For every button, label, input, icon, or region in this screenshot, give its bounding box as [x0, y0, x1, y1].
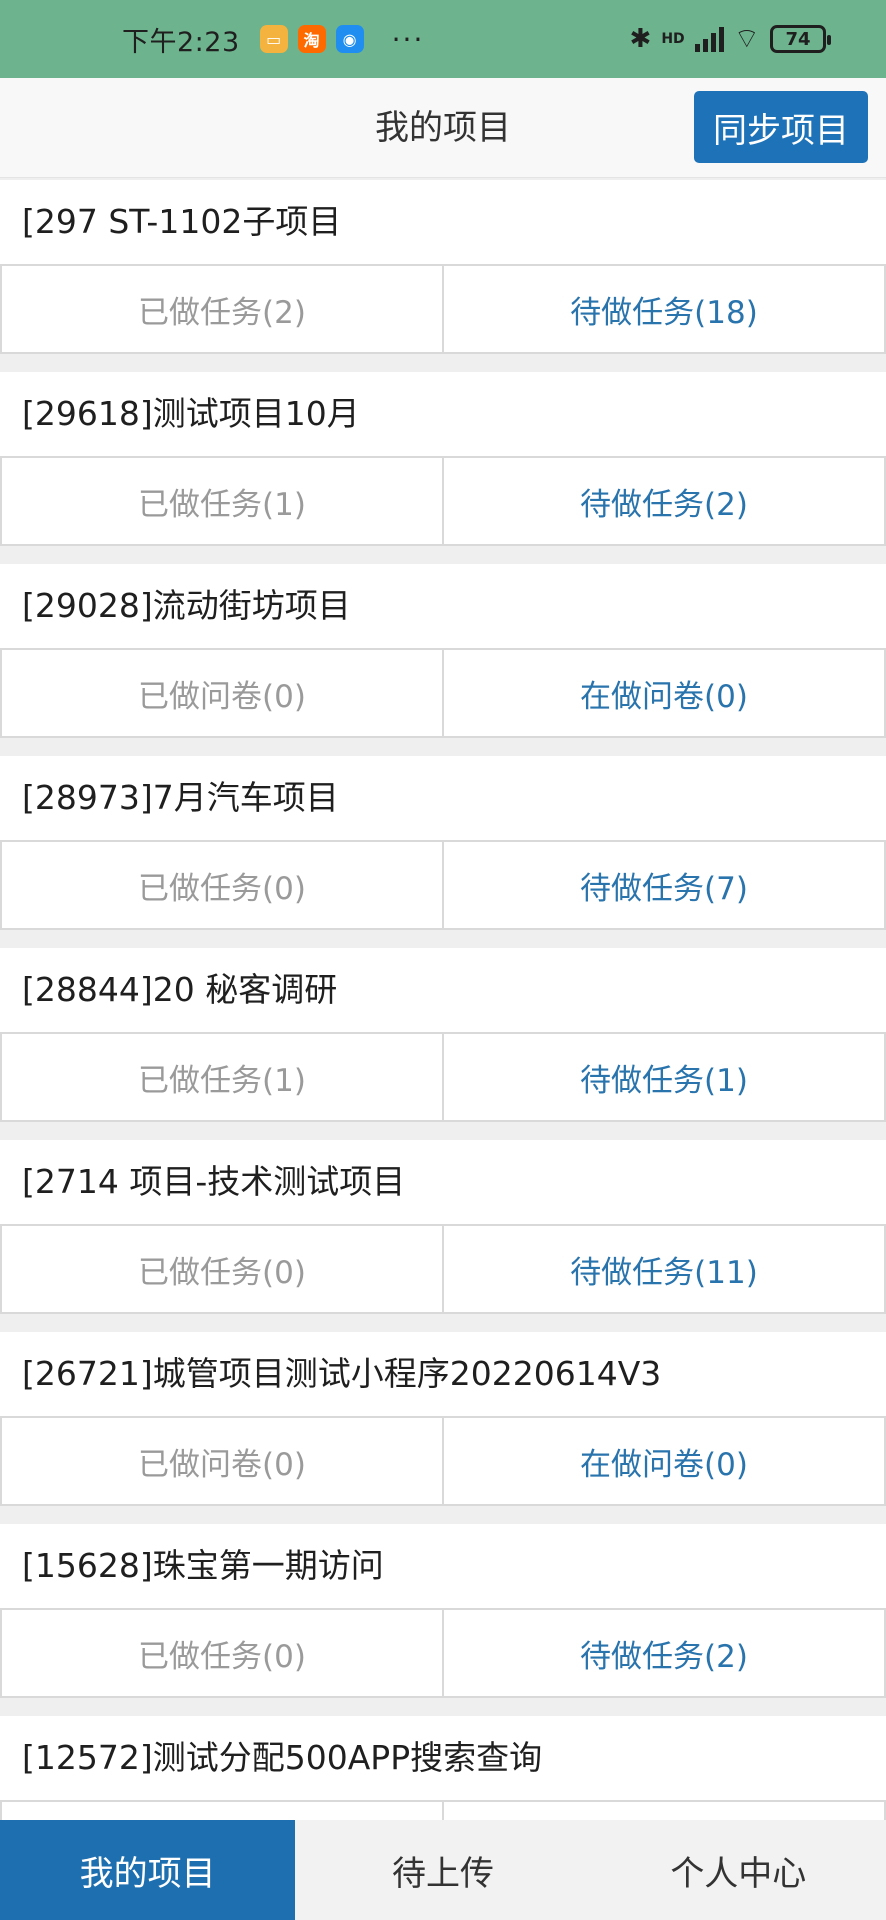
done-surveys-button[interactable]: 已做问卷(0)	[2, 650, 444, 736]
project-card: [26721]城管项目测试小程序20220614V3 已做问卷(0) 在做问卷(…	[0, 1332, 886, 1506]
nav-pending-upload[interactable]: 待上传	[295, 1820, 590, 1920]
signal-icon	[694, 26, 724, 52]
project-title-text: [28973]7月汽车项目	[22, 778, 339, 817]
done-tasks-button[interactable]: 已做任务(2)	[2, 266, 444, 352]
project-title-text: [29028]流动街坊项目	[22, 586, 351, 625]
status-left: 下午2:23 ▭ 淘 ◉ ···	[122, 20, 424, 59]
todo-tasks-button[interactable]: 待做任务(7)	[444, 842, 886, 928]
in-progress-surveys-button[interactable]: 在做问卷(0)	[444, 1418, 886, 1504]
done-tasks-button[interactable]: 已做任务(0)	[2, 1226, 444, 1312]
project-title-text: [2714 项目-技术测试项目	[22, 1162, 406, 1201]
done-tasks-button[interactable]: 已做任务(1)	[2, 458, 444, 544]
project-card: [29028]流动街坊项目 已做问卷(0) 在做问卷(0)	[0, 564, 886, 738]
project-card: [28844]20 秘客调研 已做任务(1) 待做任务(1)	[0, 948, 886, 1122]
todo-tasks-button[interactable]: 待做任务(2)	[444, 458, 886, 544]
project-list: [297 ST-1102子项目 已做任务(2) 待做任务(18) [29618]…	[0, 180, 886, 1908]
project-actions: 已做问卷(0) 在做问卷(0)	[0, 1416, 886, 1506]
bluetooth-icon: ✱	[629, 24, 652, 54]
project-title[interactable]: [12572]测试分配500APP搜索查询	[0, 1716, 886, 1800]
network-type: HD	[661, 31, 685, 47]
project-title[interactable]: [2714 项目-技术测试项目	[0, 1140, 886, 1224]
status-time: 下午2:23	[122, 26, 240, 58]
done-tasks-button[interactable]: 已做任务(0)	[2, 1610, 444, 1696]
todo-tasks-button[interactable]: 待做任务(11)	[444, 1226, 886, 1312]
project-title[interactable]: [28973]7月汽车项目	[0, 756, 886, 840]
battery-icon: 74	[770, 25, 831, 53]
project-actions: 已做任务(1) 待做任务(2)	[0, 456, 886, 546]
project-actions: 已做任务(2) 待做任务(18)	[0, 264, 886, 354]
project-title-text: [29618]测试项目10月	[22, 394, 360, 433]
status-right: ✱ HD ⌔ 74	[629, 21, 831, 57]
project-title-text: [12572]测试分配500APP搜索查询	[22, 1738, 543, 1777]
project-title[interactable]: [29618]测试项目10月	[0, 372, 886, 456]
more-notifications-icon: ···	[391, 22, 425, 56]
project-title[interactable]: [297 ST-1102子项目	[0, 180, 886, 264]
project-actions: 已做问卷(0) 在做问卷(0)	[0, 648, 886, 738]
sync-projects-button[interactable]: 同步项目	[694, 91, 868, 163]
project-card: [28973]7月汽车项目 已做任务(0) 待做任务(7)	[0, 756, 886, 930]
todo-tasks-button[interactable]: 待做任务(2)	[444, 1610, 886, 1696]
project-card: [15628]珠宝第一期访问 已做任务(0) 待做任务(2)	[0, 1524, 886, 1698]
project-title[interactable]: [29028]流动街坊项目	[0, 564, 886, 648]
project-actions: 已做任务(0) 待做任务(11)	[0, 1224, 886, 1314]
nav-my-projects[interactable]: 我的项目	[0, 1820, 296, 1920]
taobao-icon: 淘	[297, 25, 326, 53]
done-surveys-button[interactable]: 已做问卷(0)	[2, 1418, 444, 1504]
nav-profile[interactable]: 个人中心	[591, 1820, 886, 1920]
browser-icon: ◉	[335, 25, 364, 53]
project-actions: 已做任务(0) 待做任务(7)	[0, 840, 886, 930]
project-title-text: [15628]珠宝第一期访问	[22, 1546, 384, 1585]
project-title-text: [297 ST-1102子项目	[22, 202, 342, 241]
wifi-icon: ⌔	[733, 21, 760, 55]
project-card: [2714 项目-技术测试项目 已做任务(0) 待做任务(11)	[0, 1140, 886, 1314]
todo-tasks-button[interactable]: 待做任务(1)	[444, 1034, 886, 1120]
project-actions: 已做任务(1) 待做任务(1)	[0, 1032, 886, 1122]
app-header: 我的项目 同步项目	[0, 78, 886, 178]
notification-app-icon: ▭	[259, 25, 288, 53]
project-title-text: [28844]20 秘客调研	[22, 970, 338, 1009]
project-title[interactable]: [28844]20 秘客调研	[0, 948, 886, 1032]
project-title[interactable]: [26721]城管项目测试小程序20220614V3	[0, 1332, 886, 1416]
status-bar: 下午2:23 ▭ 淘 ◉ ··· ✱ HD ⌔ 74	[0, 0, 886, 78]
bottom-nav: 我的项目 待上传 个人中心	[0, 1820, 886, 1920]
project-actions: 已做任务(0) 待做任务(2)	[0, 1608, 886, 1698]
project-title-text: [26721]城管项目测试小程序20220614V3	[22, 1354, 662, 1393]
project-title[interactable]: [15628]珠宝第一期访问	[0, 1524, 886, 1608]
done-tasks-button[interactable]: 已做任务(1)	[2, 1034, 444, 1120]
done-tasks-button[interactable]: 已做任务(0)	[2, 842, 444, 928]
in-progress-surveys-button[interactable]: 在做问卷(0)	[444, 650, 886, 736]
project-card: [297 ST-1102子项目 已做任务(2) 待做任务(18)	[0, 180, 886, 354]
project-card: [29618]测试项目10月 已做任务(1) 待做任务(2)	[0, 372, 886, 546]
todo-tasks-button[interactable]: 待做任务(18)	[444, 266, 886, 352]
battery-level: 74	[785, 28, 811, 50]
